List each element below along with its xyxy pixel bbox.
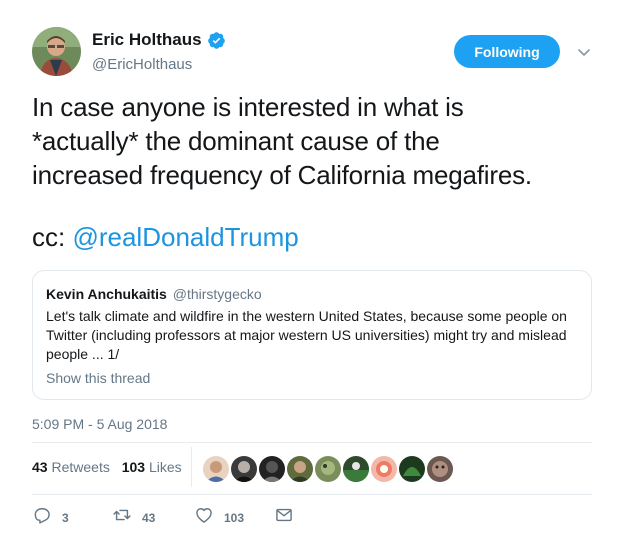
tweet-timestamp[interactable]: 5:09 PM - 5 Aug 2018 — [32, 416, 167, 432]
retweets-stat[interactable]: 43 Retweets — [32, 459, 110, 475]
liker-avatar[interactable] — [399, 456, 425, 482]
reply-button[interactable]: 3 — [32, 505, 69, 530]
mention-link[interactable]: @realDonaldTrump — [72, 222, 298, 252]
liker-avatar[interactable] — [427, 456, 453, 482]
tweet-text-line: In case anyone is interested in what is — [32, 92, 464, 122]
following-button[interactable]: Following — [454, 35, 560, 68]
retweet-label: Retweets — [51, 459, 110, 475]
quoted-author-name: Kevin Anchukaitis — [46, 286, 167, 302]
tweet-actions: 3 43 103 — [32, 505, 362, 527]
liker-avatar[interactable] — [343, 456, 369, 482]
quoted-author-handle: @thirstygecko — [172, 286, 262, 302]
quoted-tweet-header: Kevin Anchukaitis @thirstygecko — [46, 286, 262, 302]
retweet-button[interactable]: 43 — [112, 505, 155, 530]
retweet-icon — [112, 505, 132, 530]
direct-message-button[interactable] — [274, 505, 294, 530]
liker-avatar[interactable] — [259, 456, 285, 482]
reply-icon — [32, 505, 52, 530]
liker-avatar[interactable] — [203, 456, 229, 482]
divider — [32, 494, 592, 495]
like-action-count: 103 — [224, 510, 245, 525]
like-button[interactable]: 103 — [194, 505, 244, 530]
author-avatar[interactable] — [32, 27, 81, 76]
quoted-body-line: people ... 1/ — [46, 346, 120, 362]
like-label: Likes — [148, 459, 182, 475]
cc-prefix: cc: — [32, 222, 73, 252]
like-count: 103 — [121, 459, 146, 475]
tweet-text-line: increased frequency of California megafi… — [32, 160, 532, 190]
stats-separator — [191, 447, 192, 487]
tweet-cc-line: cc: @realDonaldTrump — [32, 220, 299, 254]
retweet-count: 43 — [32, 459, 48, 475]
liker-avatar[interactable] — [287, 456, 313, 482]
quoted-body-line: Let's talk climate and wildfire in the w… — [46, 308, 567, 324]
quoted-tweet-card[interactable]: Kevin Anchukaitis @thirstygecko Let's ta… — [32, 270, 592, 400]
author-name-text: Eric Holthaus — [92, 30, 202, 49]
likers-avatars — [203, 456, 453, 482]
quoted-body-line: Twitter (including professors at major w… — [46, 327, 567, 343]
reply-count: 3 — [62, 510, 69, 525]
tweet-stats: 43 Retweets 103 Likes — [32, 459, 190, 475]
tweet-text: In case anyone is interested in what is … — [32, 90, 602, 192]
divider — [32, 442, 592, 443]
tweet-text-line: *actually* the dominant cause of the — [32, 126, 440, 156]
show-thread-link[interactable]: Show this thread — [46, 370, 150, 386]
author-handle[interactable]: @EricHolthaus — [92, 56, 192, 73]
quoted-tweet-body: Let's talk climate and wildfire in the w… — [46, 307, 581, 364]
likes-stat[interactable]: 103 Likes — [122, 459, 182, 475]
verified-badge-icon — [207, 31, 226, 50]
author-display-name[interactable]: Eric Holthaus — [92, 30, 226, 50]
retweet-action-count: 43 — [142, 510, 156, 525]
liker-avatar[interactable] — [231, 456, 257, 482]
liker-avatar[interactable] — [315, 456, 341, 482]
heart-icon — [194, 505, 214, 530]
liker-avatar[interactable] — [371, 456, 397, 482]
envelope-icon — [274, 505, 294, 530]
chevron-down-icon[interactable] — [576, 44, 592, 60]
